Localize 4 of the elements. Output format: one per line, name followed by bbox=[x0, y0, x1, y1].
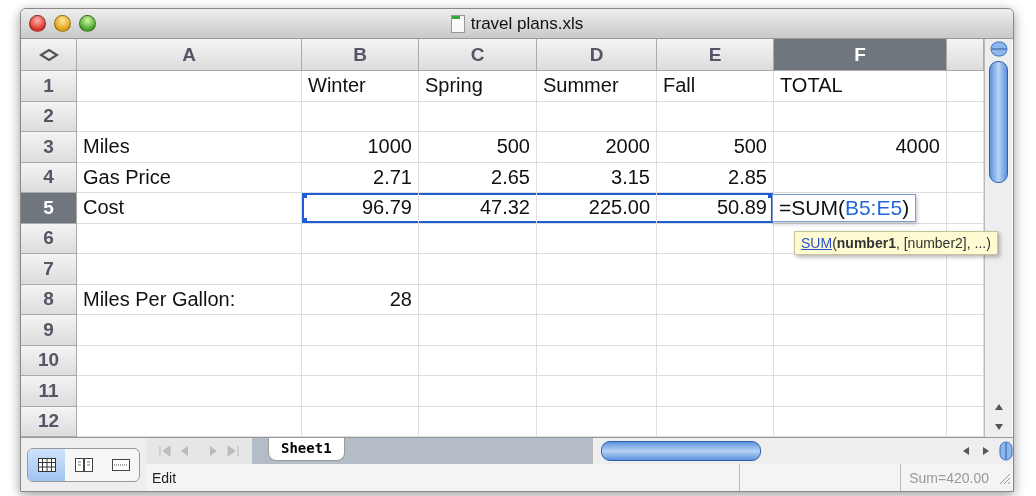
function-tooltip: SUM(number1, [number2], ...) bbox=[794, 231, 998, 255]
window-title: travel plans.xls bbox=[470, 13, 584, 34]
status-sum: Sum=420.00 bbox=[908, 469, 990, 486]
status-mode: Edit bbox=[151, 469, 177, 486]
